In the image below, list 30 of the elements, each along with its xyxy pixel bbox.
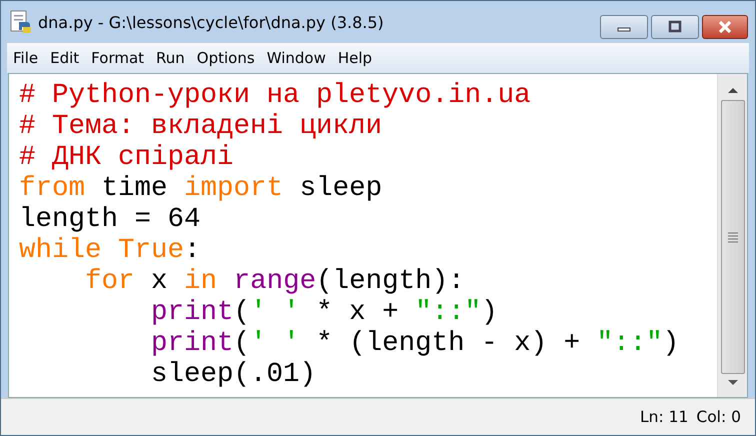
scrollbar-thumb[interactable] [720, 100, 744, 374]
maximize-icon [667, 20, 683, 34]
menu-item[interactable]: Run [150, 49, 191, 67]
code-line: from time import sleep [19, 173, 384, 204]
code-line: sleep(.01) [150, 359, 318, 390]
scrollbar[interactable] [717, 74, 747, 397]
menu-item[interactable]: Edit [44, 49, 86, 67]
code-line: # Тема: вкладені цикли [19, 111, 384, 142]
window-title: dna.py - G:\lessons\cycle\for\dna.py (3.8.5) [38, 12, 385, 32]
menu-item[interactable]: Format [85, 49, 150, 67]
close-icon [716, 20, 734, 34]
menu-item[interactable]: Options [190, 49, 261, 67]
close-button[interactable] [702, 15, 748, 39]
code-line: # Python-уроки на pletyvo.in.ua [19, 80, 532, 111]
menu-item[interactable]: File [7, 49, 44, 67]
python-file-icon [10, 10, 32, 34]
menu-item[interactable]: Window [260, 49, 332, 67]
scroll-down-icon[interactable] [726, 379, 738, 387]
code-line: print(' ' * (length - x) + "::") [150, 328, 680, 359]
code-line: length = 64 [19, 204, 202, 235]
code-line: while True: [19, 235, 202, 266]
maximize-button[interactable] [651, 15, 699, 39]
code-line: print(' ' * x + "::") [150, 297, 499, 328]
code-line: # ДНК спіралі [19, 142, 235, 173]
scroll-up-icon[interactable] [726, 86, 738, 94]
minimize-button[interactable] [600, 15, 648, 39]
menu-item[interactable]: Help [332, 49, 378, 67]
code-line: for x in range(length): [84, 266, 466, 297]
line-number: Ln: 11 [640, 408, 688, 426]
column-number: Col: 0 [696, 408, 741, 426]
